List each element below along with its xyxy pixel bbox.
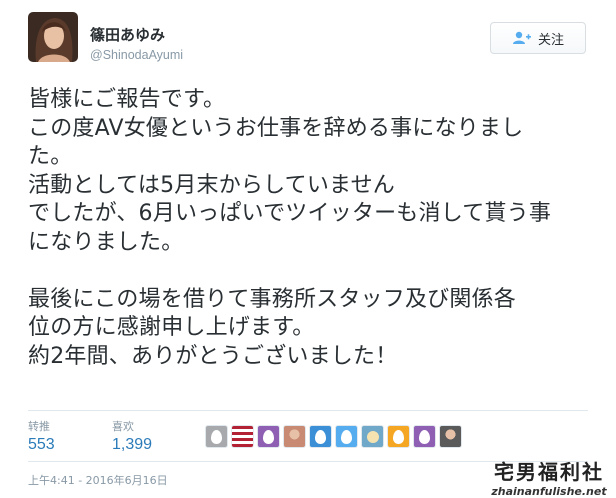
avatar[interactable] [28,12,78,62]
tweet-text: 皆様にご報告です。この度AV女優というお仕事を辞める事になりまし た。活動としては… [28,86,600,371]
add-user-icon [512,31,532,45]
egg-avatar-icon[interactable] [309,425,332,448]
retweets-count: 553 [28,436,55,453]
egg-icon [393,429,404,444]
likers-avatars [205,425,462,448]
tweet-text-line: た。 [28,144,73,169]
egg-icon [263,429,274,444]
egg-icon [211,429,222,444]
likes-stat[interactable]: 喜欢 1,399 [112,418,152,454]
tweet-text-line [28,257,600,286]
character-avatar-icon[interactable] [361,425,384,448]
tweet-text-line: この度AV女優というお仕事を辞める事になりまし [28,115,524,141]
egg-avatar-icon[interactable] [413,425,436,448]
character-icon [366,430,379,443]
tweet-text-line: 約2年間、ありがとうございました！ [28,343,398,369]
egg-avatar-icon[interactable] [335,425,358,448]
tweet-text-line: でしたが、6月いっぱいでツイッターも消して貰う事 [28,201,552,226]
egg-icon [419,429,430,444]
retweet-stat[interactable]: 转推 553 [28,418,55,454]
tweet-text-line: 皆様にご報告です。 [28,87,226,112]
follow-button-label: 关注 [537,32,564,48]
follow-button[interactable]: 关注 [490,22,586,54]
egg-icon [315,429,326,444]
watermark-title: 宅男福利社 [494,460,604,484]
likes-count: 1,399 [112,436,153,453]
egg-avatar-icon[interactable] [387,425,410,448]
egg-avatar-icon[interactable] [205,425,228,448]
user-handle[interactable]: @ShinodaAyumi [90,48,183,62]
tweet-text-line: 位の方に感謝申し上げます。 [28,315,315,340]
tweet-text-line: 最後にこの場を借りて事務所スタッフ及び関係各 [28,286,516,312]
flag-avatar-icon[interactable] [231,425,254,448]
divider [28,410,588,411]
photo-avatar-icon[interactable] [439,425,462,448]
tweet-text-line: 活動としては5月末からしていません [28,172,395,198]
tweet-card: 篠田あゆみ @ShinodaAyumi 关注 皆様にご報告です。この度AV女優と… [0,0,616,498]
likes-label: 喜欢 [112,420,134,433]
watermark-url: zhainanfulishe.net [491,485,607,498]
display-name[interactable]: 篠田あゆみ [90,24,165,45]
tweet-text-line: になりました。 [28,229,184,255]
retweets-label: 转推 [28,420,50,433]
egg-avatar-icon[interactable] [257,425,280,448]
watermark: 宅男福利社 zhainanfulishe.net [486,456,612,498]
tweet-timestamp[interactable]: 上午4:41 - 2016年6月16日 [28,472,168,488]
egg-icon [341,429,352,444]
photo-avatar-icon[interactable] [283,425,306,448]
